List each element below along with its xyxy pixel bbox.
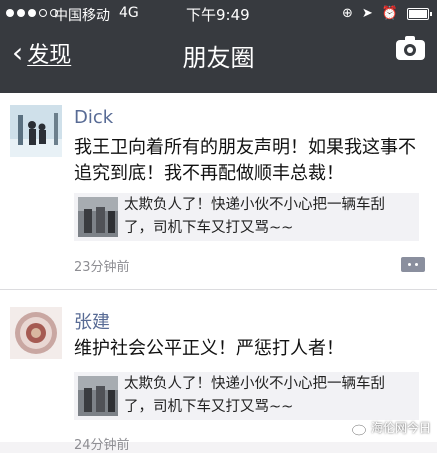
camera-icon[interactable] — [396, 36, 425, 60]
post-time: 23分钟前 — [74, 260, 130, 275]
avatar[interactable] — [10, 105, 62, 157]
shared-link-thumbnail — [78, 376, 118, 416]
wechat-logo-icon — [344, 420, 366, 435]
post-text: 维护社会公平正义！严惩打人者！ — [74, 338, 344, 359]
top-bar: 中国移动 4G 下午9:49 ⊕ ➤ ⏰ ‹ 发现 朋友圈 — [0, 0, 437, 93]
shared-link[interactable]: 太欺负人了！快递小伙不小心把一辆车刮了，司机下车又打又骂~~ — [74, 372, 419, 420]
post-time: 24分钟前 — [74, 438, 130, 453]
page-title: 朋友圈 — [182, 44, 255, 72]
clock: 下午9:49 — [186, 6, 250, 24]
author-name[interactable]: 张建 — [74, 308, 110, 334]
rotation-lock-icon: ⊕ — [342, 6, 353, 21]
status-bar: 中国移动 4G 下午9:49 ⊕ ➤ ⏰ — [0, 0, 437, 27]
comment-button[interactable] — [401, 257, 425, 272]
battery-icon — [407, 7, 432, 20]
shared-link-title: 太欺负人了！快递小伙不小心把一辆车刮了，司机下车又打又骂~~ — [124, 197, 385, 236]
shared-link[interactable]: 太欺负人了！快递小伙不小心把一辆车刮了，司机下车又打又骂~~ — [74, 193, 419, 241]
watermark-text: 海伦网今日 — [370, 421, 431, 435]
post-text: 我王卫向着所有的朋友声明！如果我这事不追究到底！我不再配做顺丰总裁！ — [74, 137, 416, 184]
shared-link-title: 太欺负人了！快递小伙不小心把一辆车刮了，司机下车又打又骂~~ — [124, 376, 385, 415]
location-icon: ➤ — [361, 6, 373, 21]
navigation-bar: ‹ 发现 朋友圈 — [0, 27, 437, 93]
carrier-name: 中国移动 — [54, 8, 110, 24]
watermark: 海伦网今日 — [344, 419, 431, 436]
avatar[interactable] — [10, 307, 62, 359]
shared-link-thumbnail — [78, 197, 118, 237]
author-name[interactable]: Dick — [74, 107, 113, 128]
signal-strength-icon — [6, 9, 58, 17]
network-type: 4G — [119, 5, 139, 21]
moment-post: Dick 我王卫向着所有的朋友声明！如果我这事不追究到底！我不再配做顺丰总裁！ … — [0, 93, 437, 289]
alarm-icon: ⏰ — [381, 6, 398, 21]
